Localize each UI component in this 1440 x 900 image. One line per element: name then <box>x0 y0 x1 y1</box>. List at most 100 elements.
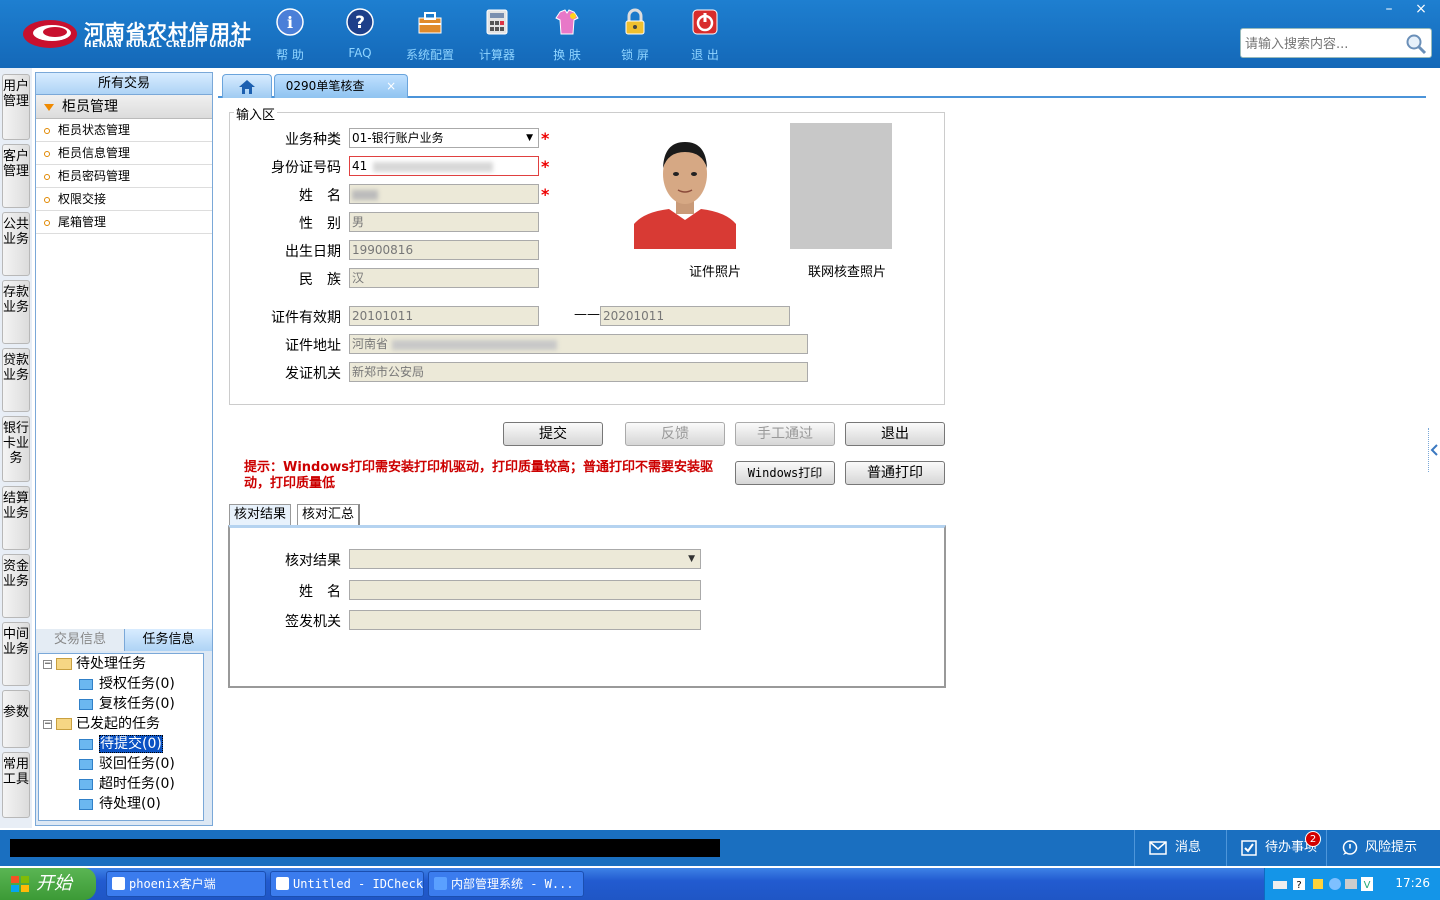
collapse-icon[interactable]: − <box>43 659 52 669</box>
submit-button[interactable]: 提交 <box>503 422 603 446</box>
messages-button[interactable]: 消息 <box>1134 830 1226 866</box>
menu-teller-info[interactable]: 柜员信息管理 <box>36 142 212 165</box>
lock-screen-button[interactable]: 锁 屏 <box>600 8 670 62</box>
minimize-button[interactable]: – <box>1374 0 1404 18</box>
required-mark: * <box>541 129 550 148</box>
tab-check-result[interactable]: 核对结果 <box>229 504 292 526</box>
category-teller-management[interactable]: 柜员管理 <box>36 95 212 119</box>
taskbar-phoenix-client[interactable]: phoenix客户端 <box>106 871 266 897</box>
vtab-common-tools[interactable]: 常用工具 <box>2 752 30 818</box>
tree-label: 待提交(0) <box>99 735 163 753</box>
vtab-deposit-business[interactable]: 存款业务 <box>2 280 30 344</box>
vtab-user-management[interactable]: 用户管理 <box>2 74 30 140</box>
result-name-label: 姓 名 <box>299 584 341 600</box>
birth-date-input[interactable]: 19900816 <box>349 240 539 260</box>
menu-label: 柜员状态管理 <box>58 123 131 137</box>
valid-to-input[interactable]: 20201011 <box>600 306 790 326</box>
main-tabbar: 0290单笔核查 × <box>218 72 1426 98</box>
calculator-button[interactable]: 计算器 <box>462 8 532 62</box>
valid-from-input[interactable]: 20101011 <box>349 306 539 326</box>
task-panel-tabs: 交易信息 任务信息 <box>36 629 212 651</box>
bullet-icon <box>44 196 50 203</box>
issuer-input[interactable]: 新郑市公安局 <box>349 362 808 382</box>
logout-button[interactable]: 退 出 <box>670 8 740 62</box>
feedback-button[interactable]: 反馈 <box>625 422 725 446</box>
tab-task-info[interactable]: 任务信息 <box>124 629 212 651</box>
windows-print-button[interactable]: Windows打印 <box>735 461 835 485</box>
risk-alert-button[interactable]: 风险提示 <box>1326 830 1440 866</box>
taskbar-internal-system[interactable]: 内部管理系统 - W... <box>428 871 584 897</box>
faq-button[interactable]: ? FAQ <box>325 8 395 60</box>
window-close-button[interactable]: × <box>1406 0 1436 18</box>
tab-check-summary[interactable]: 核对汇总 <box>297 504 361 526</box>
vtab-card-business[interactable]: 银行卡业务 <box>2 416 30 482</box>
collapse-icon[interactable]: − <box>43 719 52 729</box>
home-icon <box>239 80 255 94</box>
task-label: Untitled - IDCheck <box>293 877 424 891</box>
taskbar-idcheck[interactable]: Untitled - IDCheck <box>270 871 424 897</box>
tray-icons[interactable]: ? V <box>1273 876 1373 892</box>
help-label: 帮 助 <box>276 48 304 62</box>
tree-to-process[interactable]: 待处理(0) <box>79 794 161 814</box>
skin-button[interactable]: 换 肤 <box>532 8 602 62</box>
tree-initiated-tasks[interactable]: − 已发起的任务 <box>43 714 160 734</box>
tab-single-check[interactable]: 0290单笔核查 × <box>274 74 408 98</box>
exit-button[interactable]: 退出 <box>845 422 945 446</box>
vtab-parameters[interactable]: 参数 <box>2 690 30 748</box>
check-result-select[interactable]: ▼ <box>349 549 701 569</box>
calculator-label: 计算器 <box>478 48 515 62</box>
windows-logo-icon <box>11 876 29 892</box>
business-type-select[interactable]: 01-银行账户业务 ▼ <box>349 128 539 148</box>
close-tab-icon[interactable]: × <box>386 79 396 93</box>
tree-pending-tasks[interactable]: − 待处理任务 <box>43 654 146 674</box>
id-number-label: 身份证号码 <box>271 160 341 176</box>
system-config-button[interactable]: 系统配置 <box>395 8 465 62</box>
ethnicity-input[interactable]: 汉 <box>349 268 539 288</box>
id-number-input[interactable]: 41 <box>349 156 539 176</box>
vtab-fund-business[interactable]: 资金业务 <box>2 554 30 618</box>
status-bar: 消息 待办事项 风险提示 <box>0 830 1440 866</box>
menu-tail-box[interactable]: 尾箱管理 <box>36 211 212 234</box>
name-input[interactable] <box>349 184 539 204</box>
tree-label: 已发起的任务 <box>76 716 160 732</box>
required-mark: * <box>541 157 550 176</box>
category-label: 柜员管理 <box>62 99 118 115</box>
required-mark: * <box>541 185 550 204</box>
birth-date-label: 出生日期 <box>285 244 341 260</box>
vtab-intermediary-business[interactable]: 中间业务 <box>2 622 30 686</box>
tree-review-tasks[interactable]: 复核任务(0) <box>79 694 175 714</box>
calculator-icon <box>486 9 508 35</box>
search-icon[interactable] <box>1405 33 1427 55</box>
module-tabs: 用户管理 客户管理 公共业务 存款业务 贷款业务 银行卡业务 结算业务 资金业务… <box>0 68 32 828</box>
name-label: 姓 名 <box>299 188 341 204</box>
menu-permission-handover[interactable]: 权限交接 <box>36 188 212 211</box>
tree-authorize-tasks[interactable]: 授权任务(0) <box>79 674 175 694</box>
result-issuer-input[interactable] <box>349 610 701 630</box>
manual-pass-button[interactable]: 手工通过 <box>735 422 835 446</box>
tab-home[interactable] <box>222 74 272 98</box>
start-button[interactable]: 开始 <box>0 868 96 900</box>
vtab-settlement-business[interactable]: 结算业务 <box>2 486 30 550</box>
period-separator: —— <box>574 307 600 322</box>
vtab-customer-management[interactable]: 客户管理 <box>2 144 30 208</box>
help-button[interactable]: i 帮 助 <box>255 8 325 62</box>
menu-teller-password[interactable]: 柜员密码管理 <box>36 165 212 188</box>
search-input[interactable] <box>1245 33 1405 55</box>
tree-timeout[interactable]: 超时任务(0) <box>79 774 175 794</box>
menu-teller-status[interactable]: 柜员状态管理 <box>36 119 212 142</box>
ie-icon <box>434 877 447 890</box>
vtab-public-business[interactable]: 公共业务 <box>2 212 30 276</box>
vtab-loan-business[interactable]: 贷款业务 <box>2 348 30 412</box>
gender-input[interactable]: 男 <box>349 212 539 232</box>
right-collapse-handle[interactable] <box>1428 428 1438 472</box>
address-input[interactable]: 河南省 <box>349 334 808 354</box>
tab-transaction-info[interactable]: 交易信息 <box>36 629 124 651</box>
app-header: 河南省农村信用社 HENAN RURAL CREDIT UNION i 帮 助 … <box>0 0 1440 68</box>
tree-to-submit[interactable]: 待提交(0) <box>79 734 163 754</box>
app-icon <box>112 877 125 890</box>
search-box <box>1240 28 1432 58</box>
tree-rejected[interactable]: 驳回任务(0) <box>79 754 175 774</box>
normal-print-button[interactable]: 普通打印 <box>845 461 945 485</box>
result-name-input[interactable] <box>349 580 701 600</box>
menu-label: 柜员信息管理 <box>58 146 131 160</box>
